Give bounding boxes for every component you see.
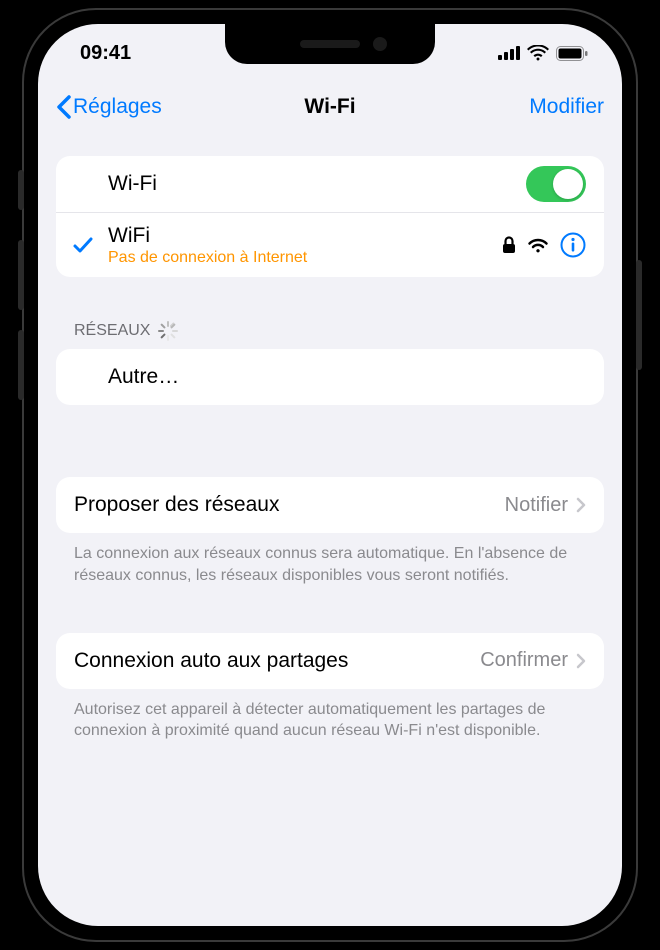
networks-header-label: RÉSEAUX (74, 322, 150, 340)
auto-hotspot-value: Confirmer (480, 649, 568, 672)
wifi-main-group: Wi-Fi WiFi Pas de connexion à Internet (56, 156, 604, 277)
page-title: Wi-Fi (304, 95, 355, 119)
cellular-icon (498, 46, 520, 60)
info-icon[interactable] (560, 232, 586, 258)
back-button[interactable]: Réglages (56, 95, 162, 119)
volume-up-button (18, 240, 24, 310)
battery-icon (556, 46, 588, 61)
connected-network-row[interactable]: WiFi Pas de connexion à Internet (56, 213, 604, 277)
wifi-toggle[interactable] (526, 166, 586, 202)
auto-hotspot-label: Connexion auto aux partages (74, 649, 480, 673)
edit-button[interactable]: Modifier (529, 95, 604, 119)
silent-switch (18, 170, 24, 210)
screen: 09:41 Réglages Wi-Fi Modi (38, 24, 622, 926)
status-time: 09:41 (80, 42, 131, 65)
wifi-signal-icon (527, 237, 549, 253)
wifi-toggle-row: Wi-Fi (56, 156, 604, 213)
nav-bar: Réglages Wi-Fi Modifier (38, 82, 622, 132)
ask-to-join-group: Proposer des réseaux Notifier (56, 477, 604, 533)
wifi-toggle-label: Wi-Fi (108, 172, 526, 196)
power-button (636, 260, 642, 370)
ask-to-join-label: Proposer des réseaux (74, 493, 505, 517)
ask-to-join-row[interactable]: Proposer des réseaux Notifier (56, 477, 604, 533)
auto-hotspot-group: Connexion auto aux partages Confirmer (56, 633, 604, 689)
auto-hotspot-row[interactable]: Connexion auto aux partages Confirmer (56, 633, 604, 689)
network-status: Pas de connexion à Internet (108, 248, 502, 267)
back-label: Réglages (73, 95, 162, 119)
chevron-left-icon (56, 95, 71, 119)
networks-group: Autre… (56, 349, 604, 405)
volume-down-button (18, 330, 24, 400)
ask-to-join-footer: La connexion aux réseaux connus sera aut… (56, 533, 604, 586)
spinner-icon (158, 321, 178, 341)
network-name: WiFi (108, 223, 502, 248)
chevron-right-icon (576, 497, 586, 513)
auto-hotspot-footer: Autorisez cet appareil à détecter automa… (56, 689, 604, 742)
lock-icon (502, 236, 516, 254)
phone-frame: 09:41 Réglages Wi-Fi Modi (24, 10, 636, 940)
networks-header: RÉSEAUX (56, 321, 604, 349)
other-network-row[interactable]: Autre… (56, 349, 604, 405)
ask-to-join-value: Notifier (505, 494, 568, 517)
wifi-icon (527, 45, 549, 61)
chevron-right-icon (576, 653, 586, 669)
notch (225, 24, 435, 64)
checkmark-icon (72, 234, 94, 256)
other-network-label: Autre… (108, 365, 586, 389)
